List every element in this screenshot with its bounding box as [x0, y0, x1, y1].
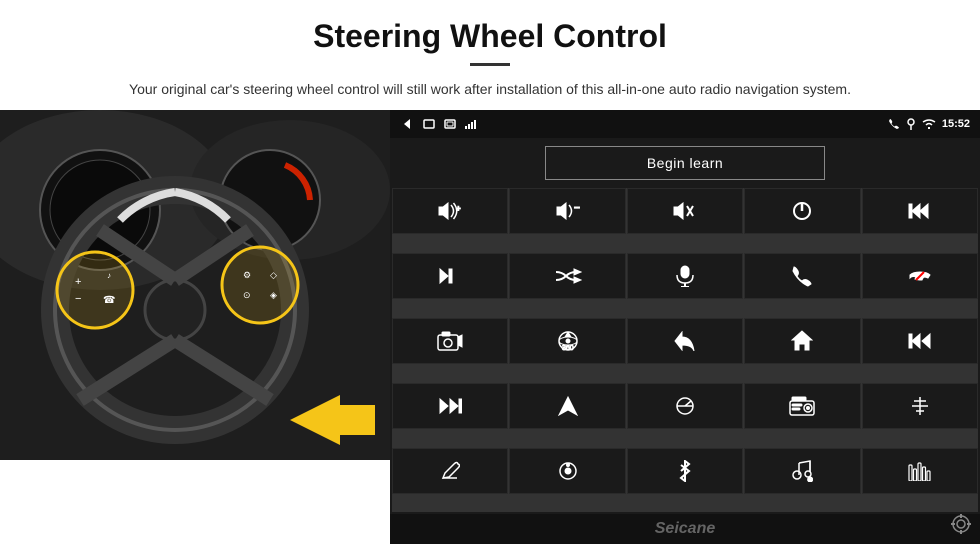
- svg-text:−: −: [574, 203, 580, 214]
- ctrl-knob[interactable]: [509, 448, 625, 494]
- begin-learn-button[interactable]: Begin learn: [545, 146, 825, 180]
- svg-text:⊙: ⊙: [243, 290, 251, 300]
- subtitle: Your original car's steering wheel contr…: [100, 78, 880, 100]
- ctrl-music[interactable]: ⚙: [744, 448, 860, 494]
- content-area: + ♪ − ☎ ⚙ ◇ ⊙ ◈: [0, 110, 980, 544]
- ctrl-360[interactable]: 360: [509, 318, 625, 364]
- ctrl-shuffle[interactable]: [509, 253, 625, 299]
- steering-photo: + ♪ − ☎ ⚙ ◇ ⊙ ◈: [0, 110, 390, 460]
- svg-text:⚙: ⚙: [807, 476, 813, 482]
- wifi-icon: [922, 119, 936, 129]
- ctrl-call[interactable]: [744, 253, 860, 299]
- ctrl-vol-up[interactable]: +: [392, 188, 508, 234]
- header-section: Steering Wheel Control Your original car…: [0, 0, 980, 110]
- ctrl-vol-down[interactable]: −: [509, 188, 625, 234]
- ctrl-camera[interactable]: [392, 318, 508, 364]
- ctrl-eq[interactable]: [627, 383, 743, 429]
- page-container: Steering Wheel Control Your original car…: [0, 0, 980, 544]
- svg-text:◈: ◈: [270, 290, 277, 300]
- ctrl-mic[interactable]: [627, 253, 743, 299]
- svg-text:+: +: [456, 204, 461, 213]
- ctrl-ff[interactable]: [392, 383, 508, 429]
- title-divider: [470, 63, 510, 66]
- ctrl-home[interactable]: [744, 318, 860, 364]
- settings-icon[interactable]: [950, 513, 972, 535]
- ctrl-mute[interactable]: [627, 188, 743, 234]
- ctrl-end-call[interactable]: [862, 253, 978, 299]
- back-nav-icon[interactable]: [400, 117, 414, 131]
- status-left: [400, 117, 478, 131]
- home-nav-icon[interactable]: [422, 119, 436, 129]
- seicane-watermark: Seicane: [655, 520, 715, 538]
- svg-text:♪: ♪: [107, 271, 111, 280]
- ctrl-next-track[interactable]: [392, 253, 508, 299]
- begin-learn-row: Begin learn: [390, 138, 980, 188]
- ctrl-nav[interactable]: [509, 383, 625, 429]
- recent-nav-icon[interactable]: [444, 119, 456, 129]
- ctrl-power[interactable]: [744, 188, 860, 234]
- signal-icon: [464, 119, 478, 129]
- bottom-bar: Seicane: [390, 514, 980, 544]
- status-time: 15:52: [942, 118, 970, 130]
- ctrl-adjust[interactable]: [862, 383, 978, 429]
- settings-icon-area[interactable]: [950, 513, 972, 540]
- ctrl-prev[interactable]: [862, 188, 978, 234]
- phone-status-icon: [888, 118, 900, 130]
- android-panel: 15:52 Begin learn + −: [390, 110, 980, 544]
- svg-text:◇: ◇: [270, 270, 277, 280]
- svg-text:+: +: [75, 276, 81, 288]
- page-title: Steering Wheel Control: [60, 18, 920, 55]
- status-bar: 15:52: [390, 110, 980, 138]
- location-icon: [906, 118, 916, 130]
- ctrl-radio[interactable]: [744, 383, 860, 429]
- svg-text:⚙: ⚙: [243, 270, 251, 280]
- svg-text:−: −: [75, 293, 81, 305]
- control-grid: + −: [392, 188, 978, 512]
- status-right: 15:52: [888, 118, 970, 130]
- ctrl-equalizer[interactable]: [862, 448, 978, 494]
- svg-text:360: 360: [562, 345, 574, 352]
- ctrl-bluetooth[interactable]: [627, 448, 743, 494]
- svg-text:☎: ☎: [103, 295, 115, 306]
- ctrl-back[interactable]: [627, 318, 743, 364]
- ctrl-pen[interactable]: [392, 448, 508, 494]
- ctrl-skip-back[interactable]: [862, 318, 978, 364]
